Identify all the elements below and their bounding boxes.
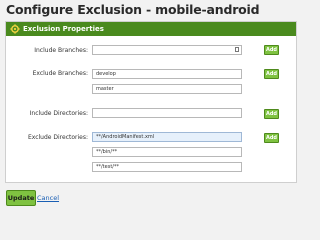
cancel-link[interactable]: Cancel — [37, 194, 59, 202]
exclude-directories-value-2: **/bin/** — [96, 149, 118, 155]
exclude-branches-input-2[interactable]: master — [92, 84, 242, 94]
panel-header: Exclusion Properties — [6, 22, 296, 36]
exclude-directories-input-2[interactable]: **/bin/** — [92, 147, 242, 157]
include-directories-input[interactable] — [92, 108, 242, 118]
exclusion-properties-panel: Exclusion Properties Include Branches: A… — [5, 21, 297, 183]
exclude-branches-label: Exclude Branches: — [32, 70, 88, 77]
exclude-branches-add-button[interactable]: Add — [264, 69, 279, 79]
exclude-directories-input-1[interactable]: **/AndroidManifest.xml — [92, 132, 242, 142]
exclude-branches-value-2: master — [96, 86, 114, 92]
settings-gear-icon — [10, 24, 20, 34]
include-branches-label: Include Branches: — [34, 47, 88, 54]
include-directories-add-button[interactable]: Add — [264, 109, 279, 119]
panel-header-label: Exclusion Properties — [23, 25, 104, 33]
include-directories-label: Include Directories: — [29, 110, 88, 117]
exclude-branches-value-1: develop — [96, 71, 116, 77]
exclude-directories-value-3: **/test/** — [96, 164, 119, 170]
include-branches-add-button[interactable]: Add — [264, 45, 279, 55]
configure-exclusion-page: Configure Exclusion - mobile-android Exc… — [0, 0, 300, 211]
exclude-directories-add-button[interactable]: Add — [264, 133, 279, 143]
exclude-directories-input-3[interactable]: **/test/** — [92, 162, 242, 172]
include-branches-input[interactable] — [92, 45, 242, 55]
field-calendar-icon — [235, 47, 239, 52]
exclude-directories-value-1: **/AndroidManifest.xml — [96, 134, 155, 140]
exclude-branches-input-1[interactable]: develop — [92, 69, 242, 79]
page-title: Configure Exclusion - mobile-android — [6, 2, 260, 17]
exclude-directories-label: Exclude Directories: — [27, 134, 88, 141]
update-button[interactable]: Update — [6, 190, 36, 206]
